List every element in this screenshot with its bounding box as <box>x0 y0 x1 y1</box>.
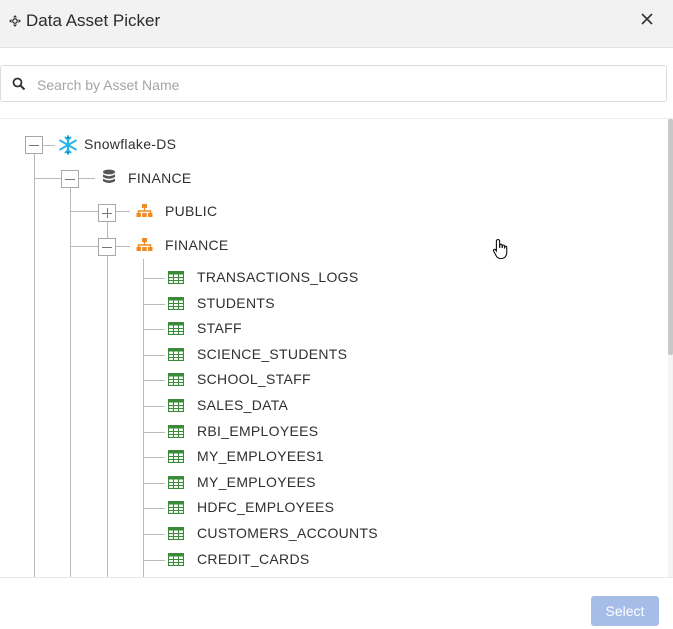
table-icon <box>168 322 184 335</box>
tree-connector <box>143 304 165 305</box>
tree-connector <box>143 432 165 433</box>
tree-connector <box>143 380 165 381</box>
tree-node-table[interactable]: SCHOOL_STAFF <box>197 371 311 387</box>
tree-node-table[interactable]: STUDENTS <box>197 295 275 311</box>
tree-node-table[interactable]: SALES_DATA <box>197 397 288 413</box>
table-icon <box>168 399 184 412</box>
asset-tree: Snowflake-DS FINANCE PUBLIC FINANCE TRAN… <box>0 119 668 577</box>
tree-node-table[interactable]: CUSTOMERS_ACCOUNTS <box>197 525 378 541</box>
close-icon <box>641 13 653 25</box>
tree-connector <box>70 246 98 247</box>
tree-node-table[interactable]: HDFC_EMPLOYEES <box>197 499 334 515</box>
tree-node-schema-public[interactable]: PUBLIC <box>165 203 217 219</box>
tree-node-table[interactable]: MY_EMPLOYEES1 <box>197 448 324 464</box>
tree-connector <box>143 508 165 509</box>
table-icon <box>168 425 184 438</box>
schema-icon <box>136 204 153 217</box>
tree-connector <box>143 457 165 458</box>
tree-connector <box>143 278 165 279</box>
dialog-header: Data Asset Picker <box>0 0 673 48</box>
table-icon <box>168 373 184 386</box>
select-button[interactable]: Select <box>591 596 659 626</box>
move-arrows-icon <box>9 15 21 27</box>
tree-node-table[interactable]: TRANSACTIONS_LOGS <box>197 269 358 285</box>
tree-connector <box>143 259 144 577</box>
tree-connector <box>116 246 130 247</box>
tree-connector <box>107 255 108 577</box>
close-button[interactable] <box>636 8 658 30</box>
scroll-thumb[interactable] <box>668 119 673 355</box>
tree-node-datasource[interactable]: Snowflake-DS <box>84 136 176 152</box>
tree-connector <box>79 178 95 179</box>
tree-connector <box>34 178 61 179</box>
table-icon <box>168 527 184 540</box>
tree-connector <box>107 221 108 238</box>
tree-node-table[interactable]: STAFF <box>197 320 242 336</box>
collapse-toggle-finance-schema[interactable] <box>98 238 116 256</box>
tree-node-table[interactable]: MY_EMPLOYEES <box>197 474 316 490</box>
collapse-toggle-snowflake-ds[interactable] <box>25 136 43 154</box>
table-icon <box>168 501 184 514</box>
table-icon <box>168 476 184 489</box>
table-icon <box>168 348 184 361</box>
schema-icon <box>136 238 153 251</box>
dialog-title: Data Asset Picker <box>26 11 161 30</box>
search-icon <box>12 77 26 91</box>
tree-connector <box>70 211 98 212</box>
tree-connector <box>143 534 165 535</box>
tree-connector <box>34 154 35 577</box>
tree-scrollbar[interactable] <box>668 119 673 577</box>
database-icon <box>103 169 115 183</box>
table-icon <box>168 297 184 310</box>
table-icon <box>168 553 184 566</box>
snowflake-icon <box>59 135 77 155</box>
table-icon <box>168 271 184 284</box>
tree-connector <box>143 483 165 484</box>
table-icon <box>168 450 184 463</box>
tree-node-table[interactable]: SCIENCE_STUDENTS <box>197 346 347 362</box>
tree-node-table[interactable]: CREDIT_CARDS <box>197 551 310 567</box>
tree-node-schema-finance[interactable]: FINANCE <box>165 237 229 253</box>
tree-connector <box>143 560 165 561</box>
tree-connector <box>143 329 165 330</box>
tree-connector <box>143 406 165 407</box>
tree-connector <box>116 211 130 212</box>
expand-toggle-public[interactable] <box>98 204 116 222</box>
tree-node-table[interactable]: RBI_EMPLOYEES <box>197 423 318 439</box>
tree-node-database[interactable]: FINANCE <box>128 170 192 186</box>
search-input[interactable] <box>35 66 659 103</box>
search-box <box>0 65 667 103</box>
tree-connector <box>143 355 165 356</box>
tree-connector <box>43 145 55 146</box>
dialog-footer: Select <box>0 577 673 629</box>
collapse-toggle-database[interactable] <box>61 170 79 188</box>
